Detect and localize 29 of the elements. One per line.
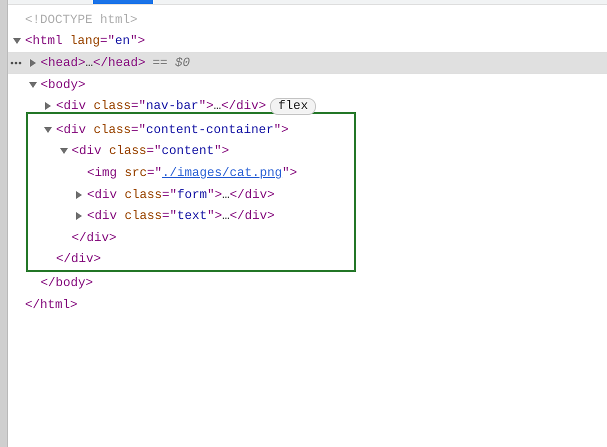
code-text: </html> bbox=[25, 298, 78, 312]
collapse-triangle-icon[interactable] bbox=[60, 147, 68, 156]
expand-triangle-icon[interactable] bbox=[75, 190, 83, 199]
code-text: <img src=" bbox=[87, 166, 162, 180]
code-text: <!DOCTYPE html> bbox=[25, 12, 138, 27]
expand-triangle-icon[interactable] bbox=[75, 212, 83, 220]
code-text: "> bbox=[282, 166, 298, 180]
code-text: <html lang="en"> bbox=[25, 34, 146, 48]
code-text: </div> bbox=[72, 230, 117, 245]
layout-badge[interactable]: flex bbox=[270, 98, 316, 115]
link[interactable]: ./images/cat.png bbox=[162, 166, 282, 180]
code-text: <head>…</head> bbox=[40, 56, 146, 70]
more-icon[interactable] bbox=[10, 61, 22, 66]
code-text: <div class="text">…</div> bbox=[87, 209, 275, 224]
code-text: <div class="nav-bar">…</div> bbox=[56, 99, 266, 114]
expand-triangle-icon[interactable] bbox=[28, 58, 36, 67]
code-text: <div class="form">…</div> bbox=[87, 188, 275, 202]
collapse-triangle-icon[interactable] bbox=[28, 80, 36, 89]
code-text: <div class="content-container"> bbox=[56, 122, 289, 137]
console-reference: == $0 bbox=[152, 56, 190, 70]
active-tab-indicator bbox=[93, 0, 153, 4]
expand-triangle-icon[interactable] bbox=[44, 102, 52, 110]
collapse-triangle-icon[interactable] bbox=[44, 126, 52, 134]
collapse-triangle-icon[interactable] bbox=[13, 37, 21, 46]
code-text: </div> bbox=[56, 252, 102, 266]
code-text: </body> bbox=[40, 276, 94, 290]
code-text: <div class="content"> bbox=[72, 144, 230, 158]
code-text: <body> bbox=[40, 78, 86, 92]
selected-row[interactable]: <head>…</head> == $0 bbox=[8, 52, 607, 74]
